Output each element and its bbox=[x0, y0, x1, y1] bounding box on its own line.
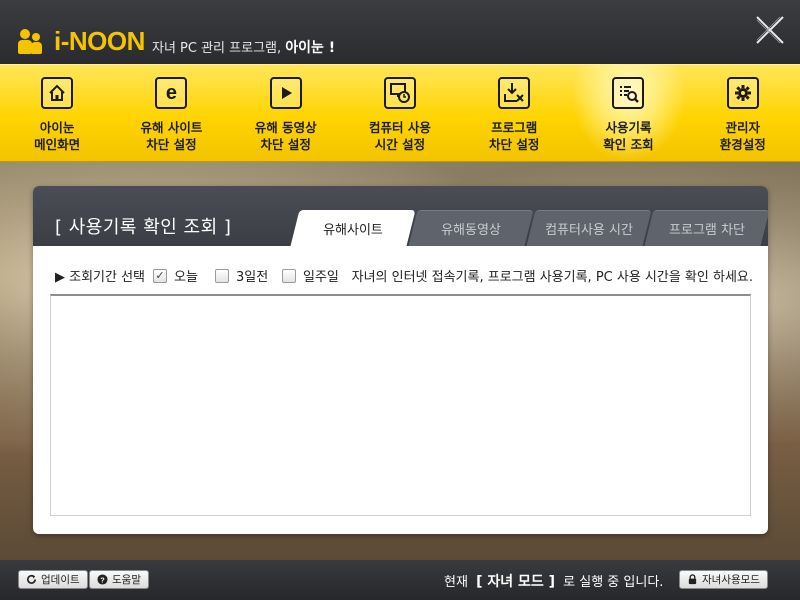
tab-computer-usage-time[interactable]: 컴퓨터사용 시간 bbox=[526, 210, 652, 246]
update-button[interactable]: 업데이트 bbox=[18, 570, 88, 589]
checkbox-label: 3일전 bbox=[236, 270, 269, 285]
tagline-prefix: 자녀 PC 관리 프로그램, bbox=[152, 41, 282, 56]
nav-label-line1: 관리자 bbox=[725, 120, 760, 135]
nav-item-usage-log[interactable]: 사용기록확인 조회 bbox=[571, 65, 686, 162]
svg-text:?: ? bbox=[100, 575, 105, 584]
nav-label-line2: 환경설정 bbox=[719, 137, 766, 152]
logo-text: i-NOON bbox=[54, 26, 145, 56]
nav-label-line1: 유해 사이트 bbox=[140, 120, 203, 135]
period-filter-label: ▶ 조회기간 선택 bbox=[55, 270, 146, 285]
play-icon bbox=[269, 77, 302, 109]
nav-label-line2: 차단 설정 bbox=[260, 137, 311, 152]
panel-title: [ 사용기록 확인 조회 ] bbox=[55, 217, 232, 238]
period-filter: ▶ 조회기간 선택 ✓ 오늘 3일전 일주일 자녀의 인터넷 접속기록, 프로그… bbox=[55, 266, 755, 286]
help-button[interactable]: ? 도움말 bbox=[89, 570, 149, 589]
status-bar: 업데이트 ? 도움말 현재 [ 자녀 모드 ] 로 실행 중 입니다. 자녀사용… bbox=[0, 560, 800, 600]
help-label: 도움말 bbox=[112, 574, 141, 586]
nav-item-admin-settings[interactable]: 관리자환경설정 bbox=[686, 65, 800, 162]
usage-log-list[interactable] bbox=[50, 294, 751, 516]
refresh-icon bbox=[27, 574, 36, 584]
close-button[interactable] bbox=[754, 14, 786, 46]
lock-icon bbox=[688, 574, 697, 585]
tagline-brand: 아이눈 ! bbox=[285, 40, 336, 56]
tab-label: 프로그램 차단 bbox=[669, 222, 745, 238]
period-today-checkbox[interactable]: ✓ 오늘 bbox=[153, 266, 198, 285]
checkbox-label: 오늘 bbox=[174, 270, 198, 285]
gear-icon bbox=[726, 77, 759, 109]
tab-label: 컴퓨터사용 시간 bbox=[545, 222, 633, 238]
update-label: 업데이트 bbox=[41, 574, 80, 586]
app-tagline: 자녀 PC 관리 프로그램, 아이눈 ! bbox=[152, 37, 335, 57]
tab-harmful-videos[interactable]: 유해동영상 bbox=[408, 210, 534, 246]
tab-program-block[interactable]: 프로그램 차단 bbox=[644, 210, 768, 246]
nav-label-line1: 컴퓨터 사용 bbox=[369, 120, 431, 135]
nav-label-line1: 사용기록 bbox=[605, 120, 652, 135]
nav-item-time-limit[interactable]: 컴퓨터 사용시간 설정 bbox=[343, 65, 457, 162]
checkbox-unchecked-icon bbox=[215, 268, 229, 283]
panel-description: 자녀의 인터넷 접속기록, 프로그램 사용기록, PC 사용 시간을 확인 하세… bbox=[351, 270, 753, 285]
mode-status: 현재 [ 자녀 모드 ] 로 실행 중 입니다. bbox=[444, 571, 663, 591]
help-icon: ? bbox=[97, 574, 108, 585]
status-suffix: 로 실행 중 입니다. bbox=[563, 575, 664, 590]
checkbox-checked-icon: ✓ bbox=[153, 268, 167, 283]
logo-people-icon bbox=[18, 28, 52, 55]
tab-label: 유해사이트 bbox=[323, 222, 383, 238]
nav-item-home[interactable]: 아이눈메인화면 bbox=[0, 65, 114, 162]
status-mode: [ 자녀 모드 ] bbox=[476, 574, 556, 590]
checkbox-label: 일주일 bbox=[303, 270, 339, 285]
browser-e-icon: e bbox=[155, 77, 188, 109]
close-icon bbox=[756, 16, 784, 44]
nav-label-line2: 차단 설정 bbox=[489, 137, 540, 152]
child-mode-button[interactable]: 자녀사용모드 bbox=[679, 570, 768, 589]
checkbox-unchecked-icon bbox=[282, 268, 296, 283]
nav-item-video-block[interactable]: 유해 동영상차단 설정 bbox=[229, 65, 343, 162]
nav-label-line2: 확인 조회 bbox=[603, 137, 654, 152]
nav-item-program-block[interactable]: 프로그램차단 설정 bbox=[457, 65, 571, 162]
tab-label: 유해동영상 bbox=[441, 222, 501, 238]
usage-log-panel: [ 사용기록 확인 조회 ] 유해사이트 유해동영상 컴퓨터사용 시간 프로그램… bbox=[33, 186, 768, 534]
child-mode-label: 자녀사용모드 bbox=[702, 574, 760, 586]
panel-header: [ 사용기록 확인 조회 ] 유해사이트 유해동영상 컴퓨터사용 시간 프로그램… bbox=[33, 186, 768, 246]
monitor-clock-icon bbox=[383, 77, 416, 109]
nav-label-line1: 아이눈 bbox=[39, 120, 75, 135]
nav-label-line2: 차단 설정 bbox=[146, 137, 197, 152]
tab-harmful-sites[interactable]: 유해사이트 bbox=[290, 210, 416, 246]
nav-label-line1: 유해 동영상 bbox=[254, 120, 317, 135]
main-nav: 아이눈메인화면 e 유해 사이트차단 설정 유해 동영상차단 설정 컴퓨터 사용… bbox=[0, 64, 800, 162]
title-bar: i-NOON 자녀 PC 관리 프로그램, 아이눈 ! bbox=[0, 0, 800, 64]
home-icon bbox=[41, 77, 74, 109]
period-week-checkbox[interactable]: 일주일 bbox=[282, 266, 339, 285]
status-prefix: 현재 bbox=[444, 575, 468, 590]
app-logo: i-NOON bbox=[18, 26, 145, 57]
download-block-icon bbox=[498, 77, 531, 109]
nav-label-line2: 메인화면 bbox=[34, 137, 81, 152]
nav-item-site-block[interactable]: e 유해 사이트차단 설정 bbox=[114, 65, 228, 162]
nav-label-line2: 시간 설정 bbox=[374, 137, 426, 152]
period-3days-checkbox[interactable]: 3일전 bbox=[215, 266, 268, 285]
log-search-icon bbox=[612, 77, 645, 109]
nav-label-line1: 프로그램 bbox=[491, 120, 538, 135]
